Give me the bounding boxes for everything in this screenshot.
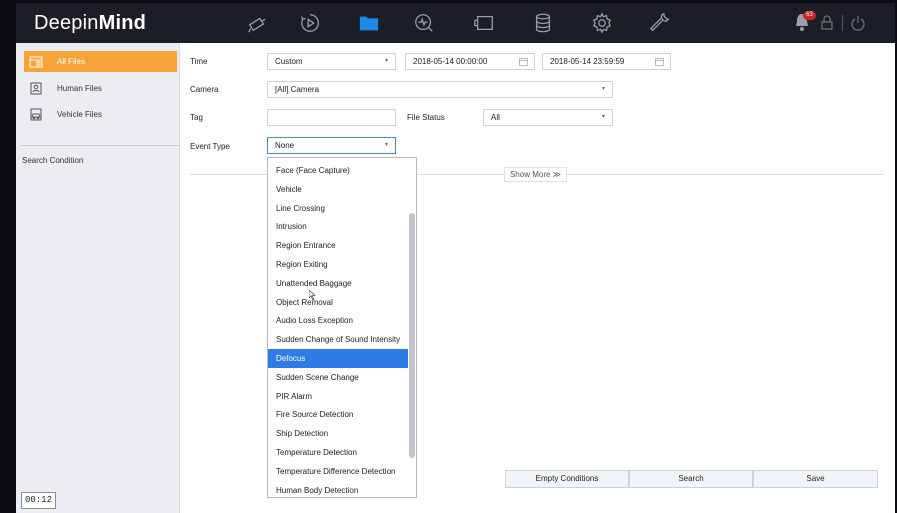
event-type-option[interactable]: Sudden Change of Sound Intensity xyxy=(268,330,408,349)
event-type-option[interactable]: Temperature Detection xyxy=(268,443,408,462)
sidebar-item-label: Vehicle Files xyxy=(57,110,102,119)
sidebar-item-vehicle-files[interactable]: Vehicle Files xyxy=(24,104,177,125)
event-type-option[interactable]: PIR Alarm xyxy=(268,387,408,406)
event-type-label: Event Type xyxy=(190,142,230,151)
search-button[interactable]: Search xyxy=(629,470,753,488)
time-label: Time xyxy=(190,57,208,66)
sidebar-item-label: Human Files xyxy=(57,84,102,93)
event-type-option[interactable]: Audio Loss Exception xyxy=(268,311,408,330)
playback-icon[interactable] xyxy=(298,11,322,35)
app-logo: DeepinMind xyxy=(34,12,147,34)
mouse-cursor-icon xyxy=(309,290,316,300)
event-type-option[interactable]: Defocus xyxy=(268,349,408,368)
chevron-down-icon: ▾ xyxy=(384,58,388,64)
power-icon[interactable] xyxy=(850,15,866,31)
all-files-icon xyxy=(29,55,43,69)
human-files-icon xyxy=(29,82,43,96)
tag-label: Tag xyxy=(190,113,203,122)
event-type-option[interactable]: Vehicle xyxy=(268,180,408,199)
file-folder-icon[interactable] xyxy=(357,11,381,35)
event-type-option[interactable]: Temperature Difference Detection xyxy=(268,462,408,481)
calendar-icon[interactable] xyxy=(655,57,664,66)
app-window: DeepinMind 63 All Files Human Files Vehi… xyxy=(16,3,895,513)
sidebar-item-label: All Files xyxy=(57,57,86,66)
chevron-down-icon: ▾ xyxy=(601,114,605,120)
maintenance-wrench-icon[interactable] xyxy=(648,11,672,35)
event-type-select[interactable]: None ▾ xyxy=(267,137,396,154)
tag-input[interactable] xyxy=(267,109,396,126)
empty-conditions-button[interactable]: Empty Conditions xyxy=(505,470,629,488)
sidebar-item-human-files[interactable]: Human Files xyxy=(24,78,177,99)
camera-select[interactable]: [All] Camera ▾ xyxy=(267,81,613,98)
event-type-option[interactable]: Region Entrance xyxy=(268,236,408,255)
camera-live-view-icon[interactable] xyxy=(245,11,269,35)
top-navigation-bar: DeepinMind 63 xyxy=(16,3,895,43)
event-type-option[interactable]: Fire Source Detection xyxy=(268,405,408,424)
start-time-field[interactable]: 2018-05-14 00:00:00 xyxy=(405,53,535,70)
time-mode-select[interactable]: Custom ▾ xyxy=(267,53,396,70)
storage-icon[interactable] xyxy=(531,11,555,35)
file-status-label: File Status xyxy=(407,113,445,122)
event-type-option[interactable]: Intrusion xyxy=(268,217,408,236)
vehicle-files-icon xyxy=(29,108,43,122)
sidebar: All Files Human Files Vehicle Files Sear… xyxy=(16,43,180,513)
event-type-option[interactable]: Object Removal xyxy=(268,293,408,312)
save-button[interactable]: Save xyxy=(753,470,878,488)
settings-gear-icon[interactable] xyxy=(590,11,614,35)
smart-analysis-icon[interactable] xyxy=(412,11,436,35)
event-type-option[interactable]: Region Exiting xyxy=(268,255,408,274)
show-more-divider xyxy=(567,174,883,175)
display-icon[interactable] xyxy=(472,11,496,35)
chevron-down-icon: ▾ xyxy=(384,142,388,148)
topbar-separator xyxy=(842,15,843,31)
sidebar-divider xyxy=(21,145,179,146)
file-status-select[interactable]: All ▾ xyxy=(483,109,613,126)
sidebar-item-all-files[interactable]: All Files xyxy=(24,51,177,72)
event-type-option[interactable]: Sudden Scene Change xyxy=(268,368,408,387)
calendar-icon[interactable] xyxy=(519,57,528,66)
video-timestamp: 00:12 xyxy=(21,492,56,509)
chevron-down-icon: ▾ xyxy=(601,86,605,92)
event-type-dropdown: Face (Face Capture) Vehicle Line Crossing I… xyxy=(267,157,417,498)
event-type-option[interactable]: Human Body Detection xyxy=(268,481,408,497)
camera-label: Camera xyxy=(190,85,219,94)
search-condition-heading: Search Condition xyxy=(22,156,84,165)
lock-icon[interactable] xyxy=(819,15,835,31)
event-type-option[interactable]: Unattended Baggage xyxy=(268,274,408,293)
event-type-option[interactable]: Line Crossing xyxy=(268,199,408,218)
event-type-option[interactable]: Face (Face Capture) xyxy=(268,161,408,180)
event-type-option[interactable]: Ship Detection xyxy=(268,424,408,443)
notification-badge: 63 xyxy=(803,11,816,20)
end-time-field[interactable]: 2018-05-14 23:59:59 xyxy=(542,53,671,70)
dropdown-scrollbar[interactable] xyxy=(409,213,415,458)
show-more-button[interactable]: Show More ≫ xyxy=(504,167,567,182)
